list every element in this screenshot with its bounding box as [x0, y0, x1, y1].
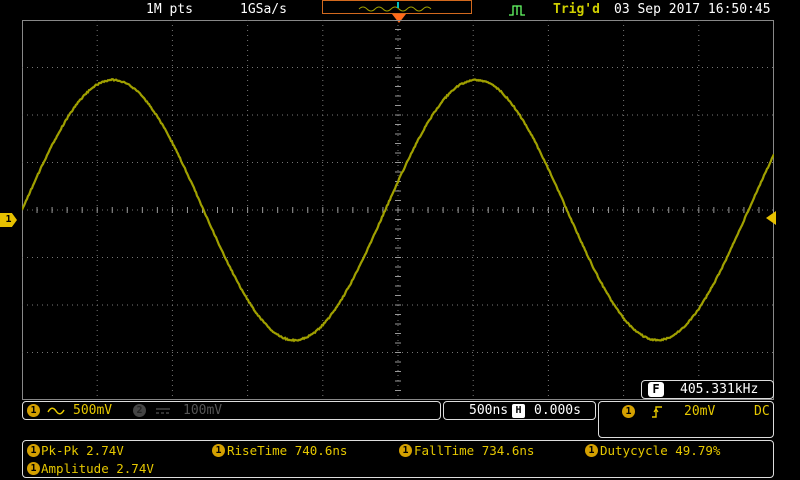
meas-pk-pk: Pk-Pk 2.74V	[41, 443, 124, 458]
meas-ch1-badge-2: 1	[212, 444, 225, 457]
meas-ch1-badge-1: 1	[27, 444, 40, 457]
sample-rate: 1GSa/s	[240, 2, 287, 17]
memory-overview-bar[interactable]	[322, 0, 472, 14]
meas-ch1-badge-3: 1	[399, 444, 412, 457]
frequency-readout: F 405.331kHz	[641, 380, 774, 399]
record-length: 1M pts	[146, 2, 193, 17]
measurement-panel[interactable]: 1 Pk-Pk 2.74V 1 RiseTime 740.6ns 1 FallT…	[22, 440, 774, 478]
ch2-scale[interactable]: 100mV	[183, 403, 222, 418]
trigger-level-marker-icon[interactable]	[766, 211, 776, 225]
ch1-scale[interactable]: 500mV	[73, 403, 112, 418]
dc-lines-icon	[155, 406, 171, 416]
date-time: 03 Sep 2017 16:50:45	[614, 2, 771, 17]
meas-amplitude: Amplitude 2.74V	[41, 461, 154, 476]
ac-wave-icon	[47, 405, 65, 417]
rising-edge-icon	[651, 405, 663, 419]
horizontal-position[interactable]: 0.000s	[534, 403, 581, 418]
waveform-display[interactable]	[22, 20, 774, 400]
graticule	[22, 20, 774, 400]
meas-rise-time: RiseTime 740.6ns	[227, 443, 347, 458]
trigger-status: Trig'd	[553, 2, 600, 17]
ch1-ground-marker[interactable]: 1	[0, 213, 17, 227]
meas-fall-time: FallTime 734.6ns	[414, 443, 534, 458]
frequency-value: 405.331kHz	[680, 382, 758, 397]
trigger-level[interactable]: 20mV	[684, 404, 715, 419]
trigger-coupling[interactable]: DC	[754, 404, 770, 419]
meas-ch1-badge-4: 1	[585, 444, 598, 457]
trigger-status-panel[interactable]: 1 20mV DC	[598, 401, 774, 438]
meas-ch1-badge-5: 1	[27, 462, 40, 475]
timebase-status[interactable]: 500ns H 0.000s	[443, 401, 596, 420]
ch1-badge[interactable]: 1	[27, 404, 40, 417]
trigger-source-badge: 1	[622, 405, 635, 418]
frequency-label: F	[648, 382, 664, 397]
trigger-pulse-icon	[508, 3, 528, 17]
channel-status-bar[interactable]: 1 500mV 2 100mV	[22, 401, 441, 420]
timebase-scale[interactable]: 500ns	[469, 403, 508, 418]
meas-duty-cycle: Dutycycle 49.79%	[600, 443, 720, 458]
horizontal-position-badge: H	[512, 404, 525, 418]
ch2-badge[interactable]: 2	[133, 404, 146, 417]
